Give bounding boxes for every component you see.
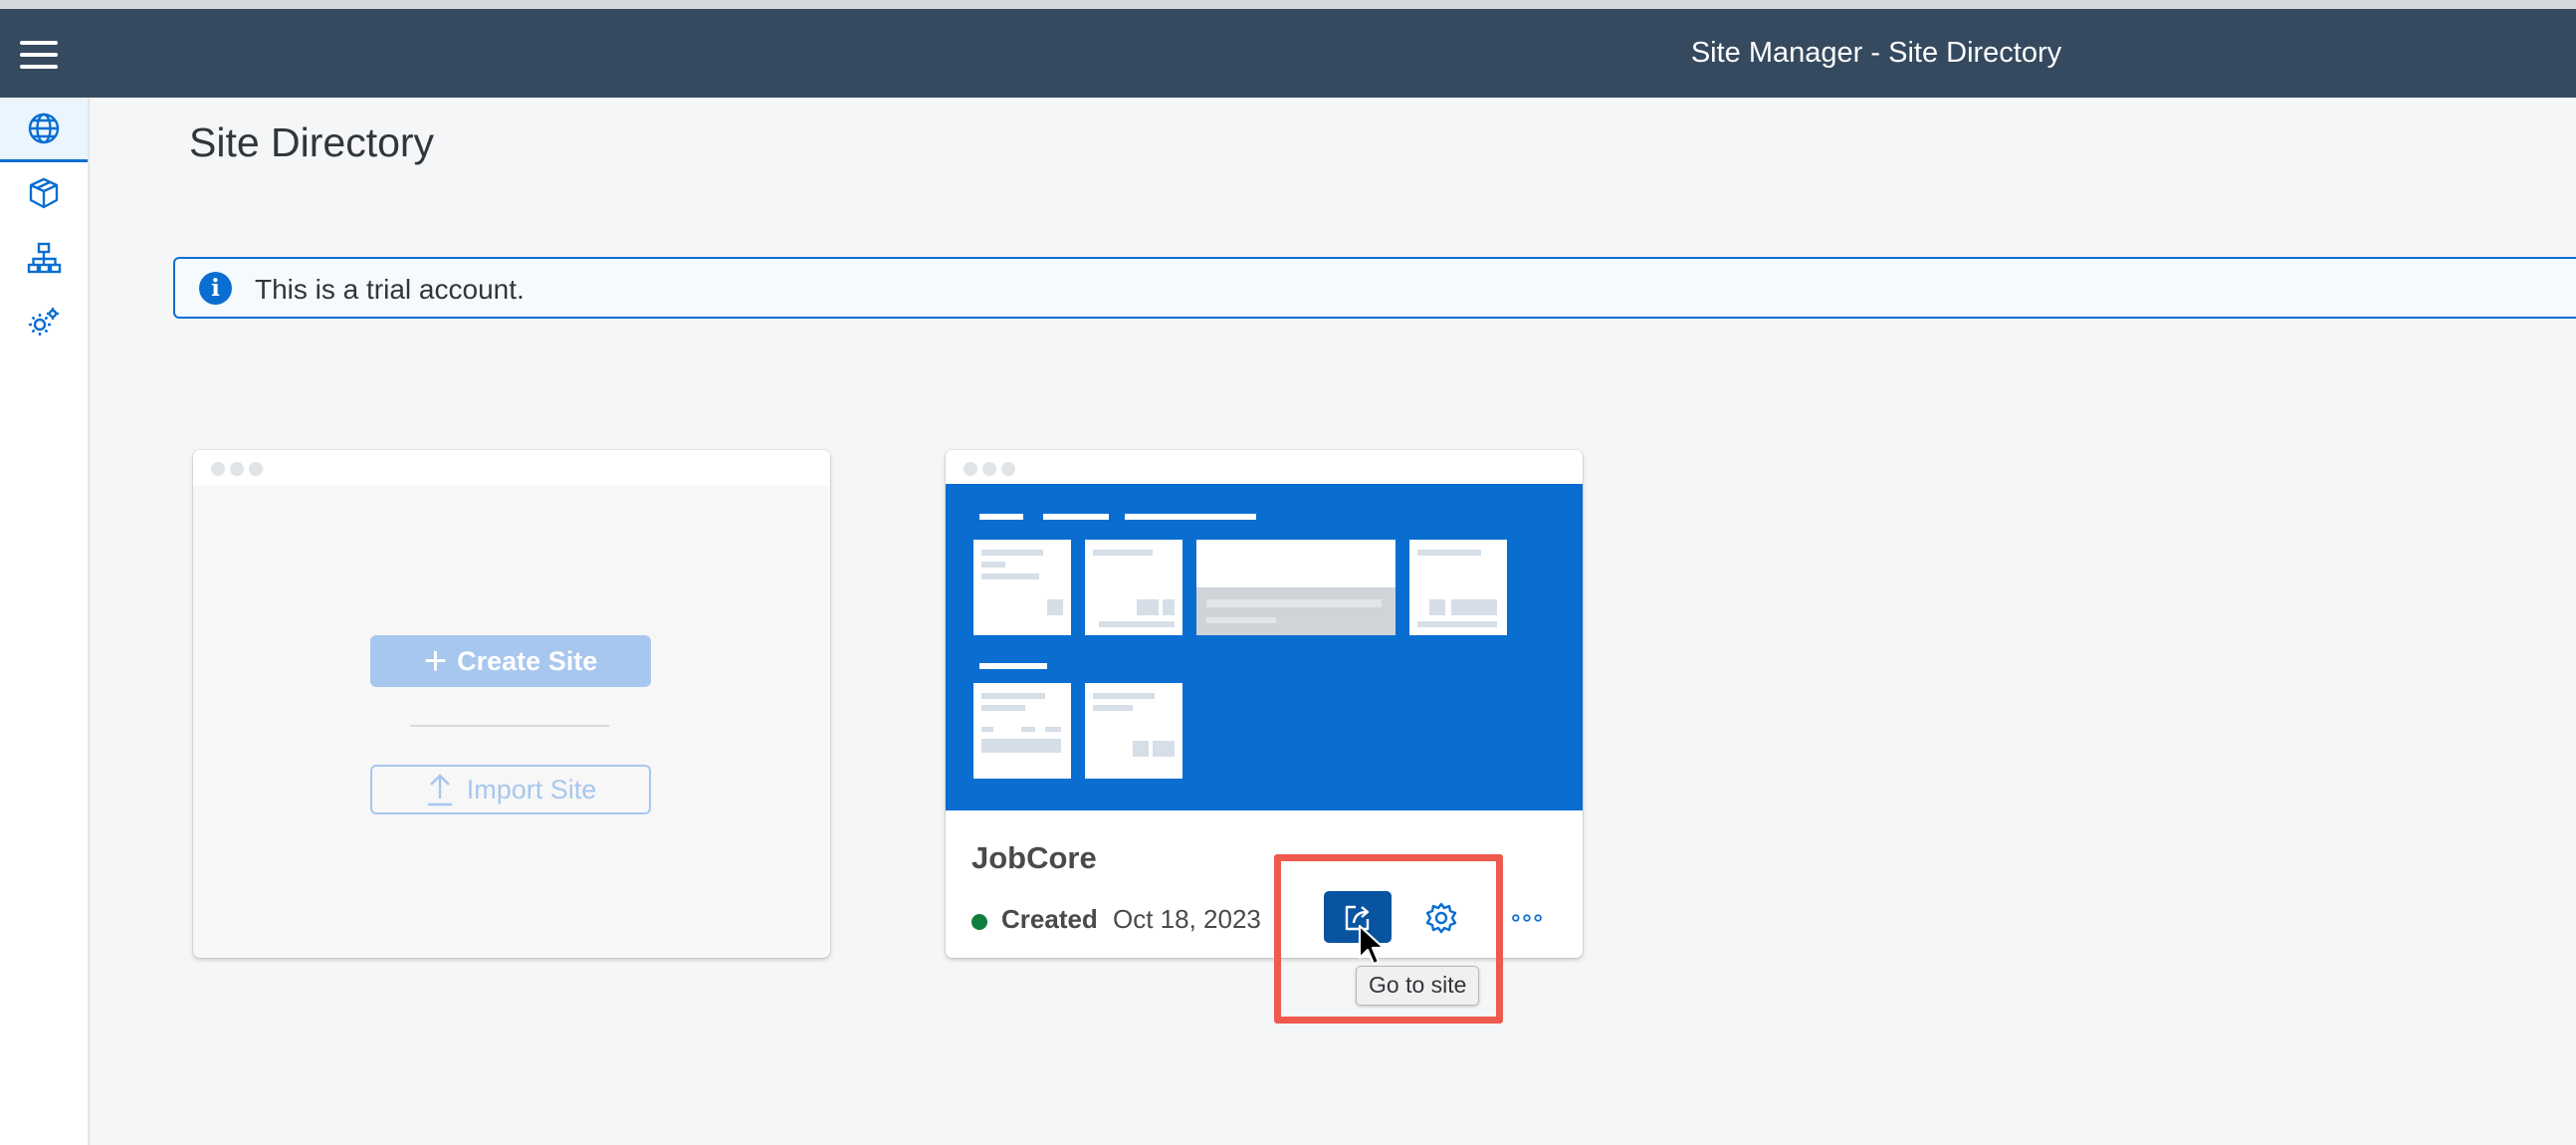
shell-title: Site Manager - Site Directory — [1690, 37, 2062, 69]
card-header — [193, 450, 830, 486]
upload-icon — [427, 774, 452, 806]
nav-item-settings[interactable] — [0, 292, 88, 353]
site-preview-thumbnail[interactable] — [946, 484, 1583, 810]
hamburger-menu-icon[interactable] — [20, 41, 58, 69]
nav-item-hierarchy[interactable] — [0, 227, 88, 289]
side-navigation — [0, 98, 90, 1145]
card-header — [946, 450, 1583, 486]
shell-bar: Site Manager - Site Directory — [0, 9, 2576, 98]
globe-icon — [28, 113, 60, 144]
content-package-icon — [29, 177, 59, 209]
plus-icon: + — [423, 639, 448, 683]
hierarchy-icon — [27, 242, 62, 274]
nav-item-content[interactable] — [0, 162, 88, 224]
site-name[interactable]: JobCore — [971, 840, 1097, 876]
mouse-cursor-icon — [1358, 924, 1386, 966]
import-site-label: Import Site — [466, 774, 597, 804]
window-dots — [964, 462, 1020, 481]
create-site-label: Create Site — [457, 645, 598, 676]
info-message-text: This is a trial account. — [255, 274, 525, 305]
site-status: Created — [1001, 904, 1098, 934]
info-message-strip: i This is a trial account. — [173, 257, 2576, 319]
divider — [410, 725, 609, 727]
import-site-button[interactable]: Import Site — [370, 765, 651, 814]
site-created-date: Oct 18, 2023 — [1113, 904, 1261, 934]
nav-item-site-directory[interactable] — [0, 98, 88, 162]
page-title: Site Directory — [189, 119, 435, 165]
information-icon: i — [199, 272, 232, 305]
create-site-card: + Create Site Import Site — [193, 450, 830, 958]
create-site-button[interactable]: + Create Site — [370, 635, 651, 687]
window-top-strip — [0, 0, 2576, 9]
window-dots — [211, 462, 268, 481]
go-to-site-tooltip: Go to site — [1356, 966, 1480, 1006]
settings-gears-icon — [29, 308, 59, 336]
status-indicator-dot — [971, 914, 987, 930]
overflow-dots-icon[interactable] — [1507, 900, 1547, 936]
